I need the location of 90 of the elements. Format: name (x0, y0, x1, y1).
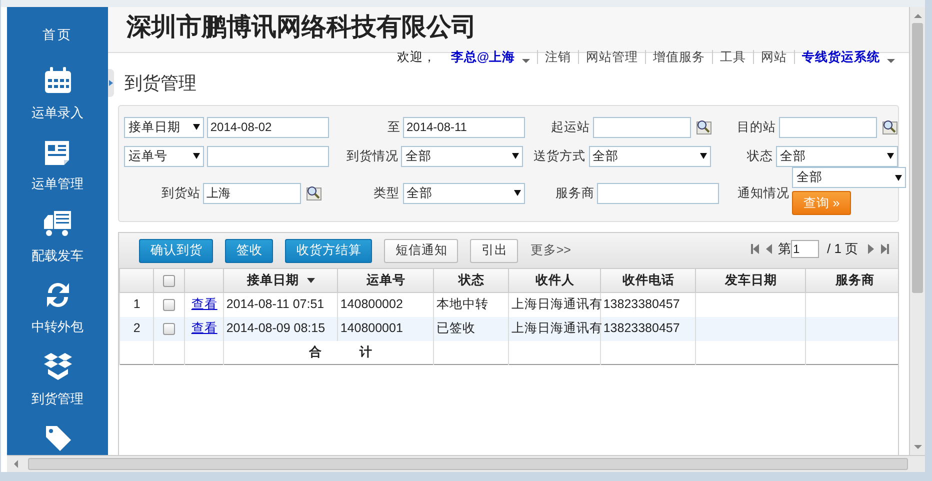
input-field[interactable] (207, 146, 330, 166)
toolbar-button[interactable]: 签收 (225, 238, 274, 262)
dropdown[interactable]: 运单号 (124, 146, 204, 166)
nav-link[interactable]: 网站管理 (586, 49, 638, 65)
view-link[interactable]: 查看 (191, 297, 218, 312)
nav-link[interactable]: 网站 (761, 49, 788, 65)
checkbox[interactable] (163, 299, 176, 312)
sidebar-item[interactable]: 运单管理 (32, 174, 84, 194)
toolbar-button[interactable]: 短信通知 (384, 238, 458, 262)
table-cell: 2014-08-11 07:51 (226, 297, 324, 312)
field-label: 送货方式 (534, 148, 586, 165)
page-field[interactable]: 1 (791, 240, 820, 258)
table-cell: 本地中转 (436, 297, 488, 312)
dropdown[interactable]: 全部 (792, 167, 906, 188)
more-link[interactable]: 更多>> (530, 241, 571, 260)
search-icon[interactable] (694, 119, 712, 135)
field-label: 服务商 (555, 184, 594, 202)
field-label: 状态 (747, 148, 774, 165)
scroll-thumb[interactable] (28, 458, 908, 470)
table-cell: 13823380457 (603, 321, 680, 336)
total-label: 合 计 (308, 344, 373, 359)
next-page-icon[interactable] (866, 244, 876, 254)
input-field[interactable] (597, 182, 720, 204)
caret-icon (895, 174, 902, 180)
sidebar-item[interactable]: 首页 (42, 25, 73, 44)
field-label: 目的站 (737, 118, 776, 136)
caret-icon (193, 124, 200, 130)
checkbox[interactable] (163, 274, 176, 287)
caret-icon (887, 153, 894, 159)
previous-page-icon[interactable] (764, 244, 774, 254)
page-label: 第 (778, 240, 792, 258)
dropdown[interactable]: 全部 (402, 182, 525, 204)
company-title: 深圳市鹏博讯网络科技有限公司 (126, 12, 476, 43)
toolbar-button[interactable]: 引出 (470, 238, 518, 262)
field-label: 起运站 (550, 118, 590, 136)
view-link[interactable]: 查看 (191, 321, 218, 336)
input-field[interactable]: 2014-08-02 (207, 116, 330, 138)
dropdown[interactable]: 全部 (401, 146, 524, 166)
nav-link[interactable]: 工具 (720, 49, 746, 65)
search-icon[interactable] (881, 119, 898, 135)
input-field[interactable]: 2014-08-11 (403, 116, 526, 138)
arrow-icon (109, 80, 114, 86)
caret-icon (700, 153, 707, 159)
checkbox[interactable] (163, 322, 176, 335)
caret-icon[interactable] (887, 59, 896, 63)
table-cell: 140800001 (340, 321, 403, 336)
table-cell: 上海日海通讯有 (511, 297, 602, 312)
user-link[interactable]: 李总@上海 (450, 49, 516, 65)
caret-icon[interactable] (522, 59, 530, 63)
vertical-scrollbar[interactable] (909, 7, 926, 455)
table-cell: 2014-08-09 08:15 (226, 321, 326, 336)
sidebar-item[interactable]: 运单录入 (32, 102, 84, 122)
sidebar-item[interactable]: 中转外包 (32, 317, 84, 336)
sidebar-item[interactable]: 配载发车 (32, 246, 84, 265)
menu-link[interactable]: 专线货运系统 (802, 49, 880, 65)
search-icon[interactable] (305, 185, 322, 201)
input-field[interactable] (779, 116, 878, 138)
first-page-icon[interactable] (750, 244, 760, 254)
field-label: 到货站 (161, 184, 200, 202)
dropdown[interactable]: 接单日期 (124, 116, 204, 138)
nav-link[interactable]: 注销 (545, 49, 572, 65)
scroll-thumb[interactable] (912, 23, 924, 293)
input-field[interactable] (592, 116, 691, 138)
welcome-text: 欢迎， (396, 49, 436, 65)
field-label: 通知情况 (737, 184, 790, 202)
page-count: / 1 页 (827, 240, 858, 258)
table-cell: 13823380457 (603, 297, 680, 312)
collapse-tab[interactable] (108, 69, 114, 97)
dropdown[interactable]: 全部 (588, 146, 711, 166)
table-cell: 140800002 (340, 297, 403, 312)
input-field[interactable]: 上海 (203, 182, 302, 204)
caret-icon (514, 190, 521, 196)
field-label: 至 (387, 118, 400, 136)
caret-icon (512, 153, 520, 159)
nav-link[interactable]: 增值服务 (653, 49, 706, 65)
table-cell: 已签收 (436, 321, 476, 336)
row-number: 2 (133, 321, 140, 336)
row-number: 1 (133, 297, 140, 312)
horizontal-scrollbar[interactable] (7, 455, 925, 472)
box-icon[interactable] (42, 350, 74, 382)
dropdown[interactable]: 全部 (776, 146, 898, 166)
toolbar-button[interactable]: 确认到货 (139, 238, 214, 262)
field-label: 到货情况 (346, 148, 398, 165)
table-cell: 上海日海通讯有 (511, 321, 602, 336)
caret-icon (193, 153, 200, 159)
sort-icon[interactable] (306, 278, 315, 283)
last-page-icon[interactable] (880, 244, 890, 254)
sidebar-item[interactable]: 到货管理 (32, 388, 84, 408)
page-title: 到货管理 (124, 72, 196, 95)
field-label: 类型 (374, 184, 400, 202)
